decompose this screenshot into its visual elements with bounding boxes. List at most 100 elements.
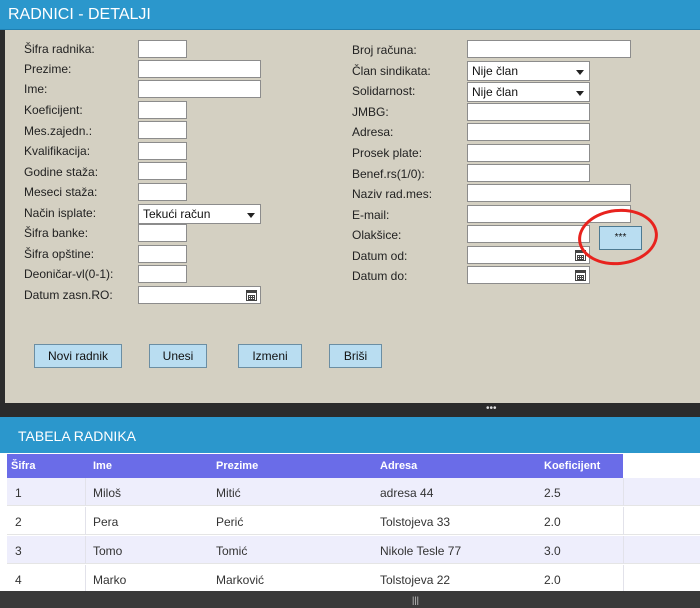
label-benef: Benef.rs(1/0): (352, 167, 425, 181)
input-datum-do[interactable] (467, 266, 590, 284)
table-row[interactable]: 3 Tomo Tomić Nikole Tesle 77 3.0 (7, 536, 700, 564)
column-header-sifra[interactable]: Šifra (11, 460, 35, 472)
save-button[interactable]: Unesi (149, 344, 207, 368)
cell-ime: Marko (93, 573, 127, 587)
cell-sifra: 1 (15, 486, 22, 500)
splitter-handle-icon[interactable]: ••• (486, 404, 497, 414)
cell-ime: Tomo (93, 544, 123, 558)
cell-sifra: 2 (15, 515, 22, 529)
input-datum-od[interactable] (467, 246, 590, 264)
label-jmbg: JMBG: (352, 105, 389, 119)
input-mes-zajedn[interactable] (138, 121, 187, 139)
cell-prezime: Perić (216, 515, 244, 529)
label-email: E-mail: (352, 208, 390, 222)
table-title: TABELA RADNIKA (18, 428, 137, 444)
column-header-prezime[interactable]: Prezime (216, 460, 258, 472)
cell-ime: Pera (93, 515, 119, 529)
cell-divider (623, 565, 624, 593)
label-broj-racuna: Broj računa: (352, 43, 417, 57)
calendar-icon[interactable] (575, 270, 586, 281)
label-adresa: Adresa: (352, 125, 394, 139)
label-deonicar: Deoničar-vl(0-1): (24, 267, 114, 281)
olaksice-button[interactable]: *** (599, 226, 642, 250)
cell-koeficijent: 2.5 (544, 486, 561, 500)
chevron-down-icon (576, 91, 584, 96)
window-edge (0, 30, 5, 405)
edit-button[interactable]: Izmeni (238, 344, 302, 368)
select-clan-sindikata[interactable]: Nije član (467, 61, 590, 81)
cell-adresa: Tolstojeva 33 (380, 515, 451, 529)
input-ime[interactable] (138, 80, 261, 98)
select-nacin-isplate[interactable]: Tekući račun (138, 204, 261, 224)
input-datum-zasn[interactable] (138, 286, 261, 304)
table-row[interactable]: 1 Miloš Mitić adresa 44 2.5 (7, 478, 700, 506)
cell-divider (623, 507, 624, 535)
calendar-icon[interactable] (246, 290, 257, 301)
select-nacin-isplate-value: Tekući račun (143, 207, 211, 221)
column-header-ime[interactable]: Ime (93, 460, 112, 472)
input-meseci-staza[interactable] (138, 183, 187, 201)
delete-button[interactable]: Briši (329, 344, 382, 368)
label-prosek-plate: Prosek plate: (352, 146, 423, 160)
table-panel: TABELA RADNIKA Šifra Ime Prezime Adresa … (0, 417, 700, 608)
chevron-down-icon (576, 70, 584, 75)
column-header-adresa[interactable]: Adresa (380, 460, 417, 472)
table-row[interactable]: 2 Pera Perić Tolstojeva 33 2.0 (7, 507, 700, 535)
label-mes-zajedn: Mes.zajedn.: (24, 124, 93, 138)
input-kvalifikacija[interactable] (138, 142, 187, 160)
cell-divider (85, 507, 86, 535)
label-datum-od: Datum od: (352, 249, 408, 263)
input-adresa[interactable] (467, 123, 590, 141)
select-solidarnost[interactable]: Nije član (467, 82, 590, 102)
label-datum-do: Datum do: (352, 269, 408, 283)
cell-prezime: Mitić (216, 486, 241, 500)
resize-grip-icon[interactable]: ||| (412, 595, 419, 605)
cell-divider (85, 536, 86, 564)
details-panel: RADNICI - DETALJI Šifra radnika: Prezime… (0, 0, 700, 405)
cell-sifra: 3 (15, 544, 22, 558)
input-prosek-plate[interactable] (467, 144, 590, 162)
cell-divider (85, 478, 86, 506)
input-sifra-banke[interactable] (138, 224, 187, 242)
input-olaksice[interactable] (467, 225, 590, 243)
select-solidarnost-value: Nije član (472, 85, 519, 99)
details-title-bar: RADNICI - DETALJI (0, 0, 700, 30)
label-sifra-radnika: Šifra radnika: (24, 42, 95, 56)
cell-prezime: Marković (216, 573, 265, 587)
new-worker-button[interactable]: Novi radnik (34, 344, 122, 368)
input-sifra-opstine[interactable] (138, 245, 187, 263)
label-nacin-isplate: Način isplate: (24, 206, 97, 220)
label-naziv-rad-mes: Naziv rad.mes: (352, 187, 433, 201)
label-ime: Ime: (24, 82, 48, 96)
table-row[interactable]: 4 Marko Marković Tolstojeva 22 2.0 (7, 565, 700, 593)
bottom-scrollbar[interactable] (0, 591, 700, 608)
label-clan-sindikata: Član sindikata: (352, 64, 431, 78)
input-prezime[interactable] (138, 60, 261, 78)
label-sifra-opstine: Šifra opštine: (24, 247, 95, 261)
details-title: RADNICI - DETALJI (8, 6, 151, 23)
label-sifra-banke: Šifra banke: (24, 226, 89, 240)
app-window: RADNICI - DETALJI Šifra radnika: Prezime… (0, 0, 700, 608)
input-jmbg[interactable] (467, 103, 590, 121)
label-prezime: Prezime: (24, 62, 72, 76)
input-koeficijent[interactable] (138, 101, 187, 119)
label-datum-zasn: Datum zasn.RO: (24, 288, 113, 302)
column-header-koeficijent[interactable]: Koeficijent (544, 460, 600, 472)
label-godine-staza: Godine staža: (24, 165, 99, 179)
cell-koeficijent: 2.0 (544, 573, 561, 587)
chevron-down-icon (247, 213, 255, 218)
cell-koeficijent: 3.0 (544, 544, 561, 558)
input-naziv-rad-mes[interactable] (467, 184, 631, 202)
cell-divider (623, 478, 624, 506)
input-sifra-radnika[interactable] (138, 40, 187, 58)
input-broj-racuna[interactable] (467, 40, 631, 58)
input-godine-staza[interactable] (138, 162, 187, 180)
label-kvalifikacija: Kvalifikacija: (24, 144, 91, 158)
input-deonicar[interactable] (138, 265, 187, 283)
cell-divider (623, 536, 624, 564)
cell-divider (85, 565, 86, 593)
splitter[interactable] (0, 403, 700, 417)
label-meseci-staza: Meseci staža: (24, 185, 98, 199)
input-benef[interactable] (467, 164, 590, 182)
label-olaksice: Olakšice: (352, 228, 402, 242)
